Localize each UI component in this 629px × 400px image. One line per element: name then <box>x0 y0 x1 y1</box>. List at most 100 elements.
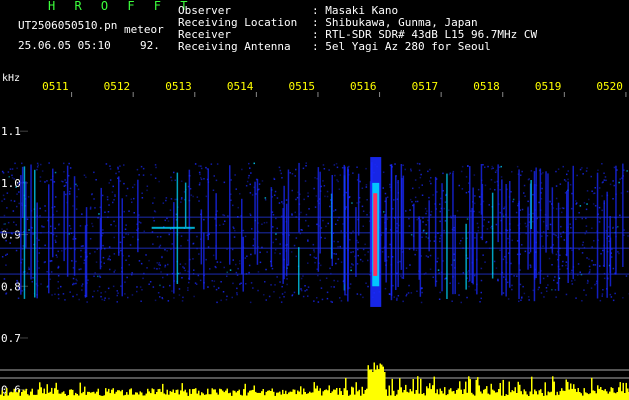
noise-pixel <box>252 244 254 247</box>
meteor-streak <box>347 166 349 302</box>
power-spike <box>195 388 197 400</box>
noise-pixel <box>64 184 67 187</box>
noise-pixel <box>482 254 484 256</box>
meteor-streak <box>446 173 448 299</box>
power-spike <box>586 393 588 400</box>
noise-pixel <box>331 301 333 303</box>
noise-pixel <box>236 274 239 276</box>
noise-pixel <box>612 180 614 182</box>
power-spike <box>463 389 465 400</box>
noise-pixel <box>113 220 115 223</box>
power-spike <box>229 392 231 400</box>
noise-pixel <box>278 202 281 204</box>
noise-pixel <box>439 237 441 240</box>
noise-pixel <box>466 257 469 259</box>
noise-pixel <box>521 296 523 298</box>
meteor-streak <box>413 203 415 251</box>
noise-pixel <box>299 232 302 235</box>
noise-pixel <box>448 173 451 176</box>
noise-pixel <box>95 261 98 263</box>
power-spike <box>468 376 470 400</box>
noise-pixel <box>69 193 71 195</box>
noise-pixel <box>362 210 365 212</box>
noise-pixel <box>388 293 391 295</box>
power-spike <box>520 391 522 400</box>
noise-pixel <box>152 202 154 204</box>
noise-pixel <box>410 170 412 172</box>
noise-pixel <box>605 179 607 182</box>
meteor-streak <box>566 190 568 257</box>
power-spike <box>184 389 186 400</box>
noise-pixel <box>488 204 490 206</box>
power-spike <box>601 390 603 400</box>
power-spike <box>321 395 323 400</box>
noise-pixel <box>223 266 225 269</box>
power-spike <box>457 388 459 400</box>
noise-pixel <box>62 180 64 183</box>
power-spike <box>441 390 443 400</box>
meteor-streak <box>551 187 554 253</box>
noise-pixel <box>439 220 441 223</box>
power-spike <box>238 389 240 400</box>
power-spike <box>340 391 342 400</box>
noise-pixel <box>401 277 403 279</box>
power-spike <box>559 391 561 400</box>
power-spike <box>474 395 476 400</box>
noise-pixel <box>328 169 330 171</box>
noise-pixel <box>366 214 368 216</box>
power-spike <box>501 395 503 400</box>
noise-pixel <box>265 268 267 271</box>
noise-pixel <box>551 252 554 255</box>
noise-pixel <box>439 210 441 213</box>
noise-pixel <box>125 195 128 197</box>
power-spike <box>613 392 615 400</box>
noise-pixel <box>241 168 243 171</box>
noise-pixel <box>114 194 116 196</box>
power-spike <box>88 391 90 400</box>
power-spike <box>381 364 383 400</box>
noise-pixel <box>620 192 623 194</box>
noise-pixel <box>154 177 157 179</box>
noise-pixel <box>326 190 329 193</box>
power-spike <box>57 389 59 400</box>
noise-pixel <box>571 269 573 272</box>
noise-pixel <box>16 193 18 195</box>
power-spike <box>3 395 5 400</box>
power-spike <box>36 394 38 400</box>
noise-pixel <box>236 292 238 294</box>
noise-pixel <box>349 196 351 198</box>
noise-pixel <box>598 206 601 209</box>
noise-pixel <box>439 291 441 294</box>
power-spike <box>573 384 575 400</box>
power-spike <box>199 395 201 400</box>
power-spike <box>309 391 311 400</box>
noise-pixel <box>361 260 364 263</box>
power-spike <box>171 391 173 400</box>
power-spike <box>156 392 158 400</box>
noise-pixel <box>612 198 614 200</box>
noise-pixel <box>89 238 92 240</box>
noise-pixel <box>38 247 41 249</box>
noise-pixel <box>239 193 241 195</box>
noise-pixel <box>38 239 40 241</box>
noise-pixel <box>425 236 427 238</box>
noise-pixel <box>39 176 42 178</box>
noise-pixel <box>448 209 450 211</box>
noise-pixel <box>559 207 561 210</box>
noise-pixel <box>523 192 525 194</box>
noise-pixel <box>246 255 248 257</box>
noise-pixel <box>28 266 30 269</box>
power-spike <box>550 391 552 400</box>
noise-pixel <box>411 201 413 203</box>
noise-pixel <box>168 233 170 236</box>
noise-pixel <box>156 262 158 264</box>
power-spike <box>343 388 345 400</box>
meteor-streak <box>317 167 320 272</box>
power-spike <box>117 390 119 400</box>
noise-pixel <box>200 167 203 170</box>
noise-pixel <box>109 268 111 271</box>
noise-pixel <box>219 224 221 226</box>
noise-pixel <box>405 210 407 212</box>
noise-pixel <box>81 285 83 287</box>
noise-pixel <box>569 184 572 186</box>
